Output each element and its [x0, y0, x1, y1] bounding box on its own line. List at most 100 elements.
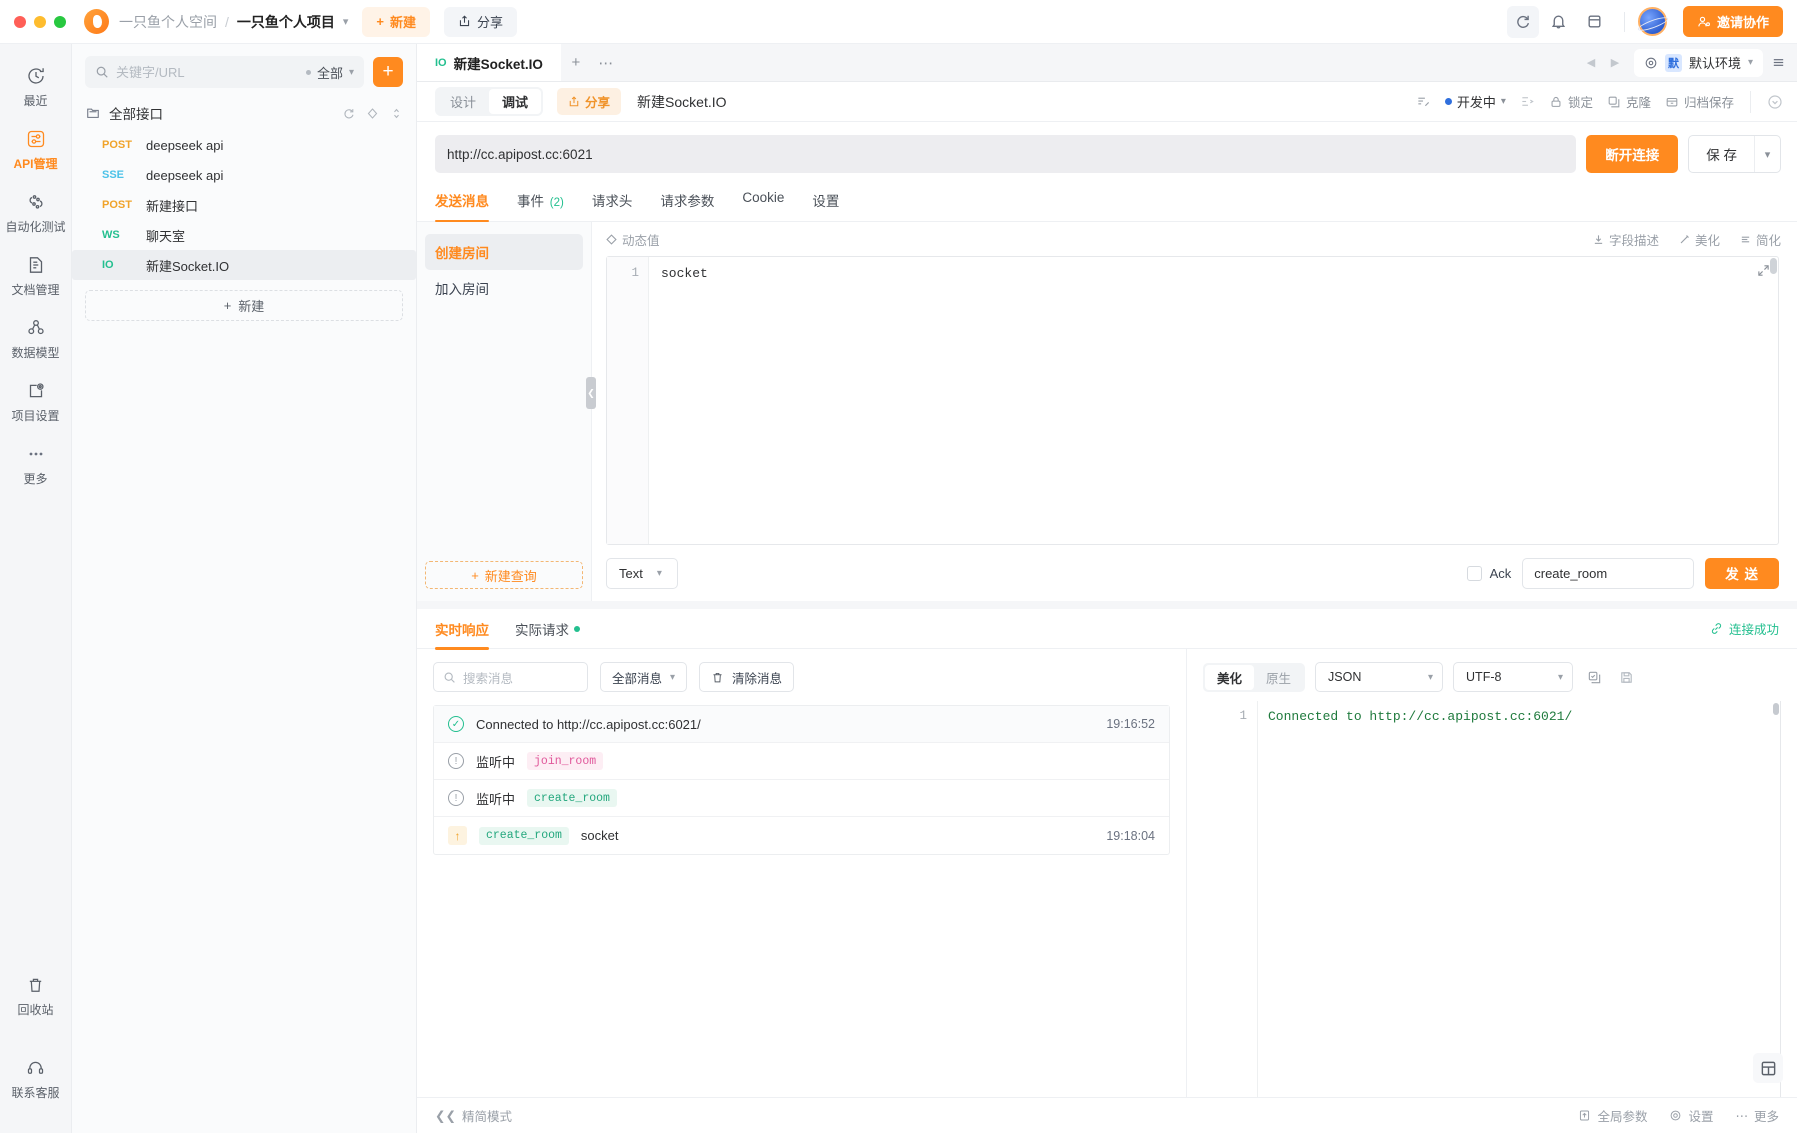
tab-beautify[interactable]: 美化 [1205, 665, 1254, 690]
send-button[interactable]: 发 送 [1705, 558, 1779, 589]
api-list-item[interactable]: POST deepseek api [72, 130, 416, 160]
new-button[interactable]: + 新建 [362, 7, 430, 37]
format-select[interactable]: JSON ▾ [1315, 662, 1443, 692]
message-search-box[interactable]: 搜索消息 [433, 662, 588, 692]
tab-cookie[interactable]: Cookie [742, 184, 784, 221]
global-params-button[interactable]: 全局参数 [1578, 1106, 1647, 1125]
tab-more-icon[interactable]: ⋯ [591, 44, 621, 81]
note-icon[interactable] [1416, 94, 1431, 109]
checkbox-icon[interactable] [1467, 566, 1482, 581]
new-query-button[interactable]: + 新建查询 [425, 561, 583, 589]
viewer-scrollbar[interactable] [1773, 703, 1779, 715]
tree-icon[interactable] [1520, 94, 1535, 109]
tab-design[interactable]: 设计 [437, 89, 489, 114]
tab-scroll-right-icon[interactable]: ▶ [1604, 48, 1626, 78]
copy-icon[interactable] [1583, 666, 1605, 688]
simple-mode-button[interactable]: ❮❮ 精简模式 [435, 1106, 512, 1125]
more-button[interactable]: ⋯ 更多 [1735, 1106, 1779, 1125]
add-api-button[interactable]: + [373, 57, 403, 87]
sidebar-item-recent[interactable]: 最近 [0, 56, 72, 119]
sidebar-item-trash[interactable]: 回收站 [0, 965, 72, 1028]
sidebar-item-automation[interactable]: 自动化测试 [0, 182, 72, 245]
settings-button[interactable]: 设置 [1669, 1106, 1713, 1125]
collapse-panel-handle[interactable]: ❮ [586, 377, 596, 409]
message-item-create-room[interactable]: 创建房间 [425, 234, 583, 270]
chevron-down-icon[interactable]: ▾ [343, 15, 349, 28]
api-list-item-selected[interactable]: IO 新建Socket.IO [72, 250, 416, 280]
archive-button[interactable]: 归档保存 [1665, 92, 1734, 111]
url-input[interactable]: http://cc.apipost.cc:6021 [435, 135, 1576, 173]
lock-button[interactable]: 锁定 [1549, 92, 1593, 111]
sync-icon[interactable] [1507, 6, 1539, 38]
maximize-window-button[interactable] [54, 16, 66, 28]
avatar[interactable] [1638, 7, 1667, 36]
new-tab-button[interactable]: + [561, 44, 591, 81]
status-badge[interactable]: 开发中 ▾ [1445, 92, 1506, 111]
api-share-button[interactable]: 分享 [557, 88, 621, 115]
editor-scrollbar[interactable] [1770, 258, 1777, 274]
environment-menu-icon[interactable] [1765, 49, 1791, 77]
message-log-row[interactable]: ! 监听中 create_room [434, 780, 1169, 817]
disconnect-button[interactable]: 断开连接 [1586, 135, 1678, 173]
api-list-item[interactable]: SSE deepseek api [72, 160, 416, 190]
tab-realtime-response[interactable]: 实时响应 [435, 609, 489, 649]
message-log-row[interactable]: ↑ create_room socket 19:18:04 [434, 817, 1169, 854]
beautify-button[interactable]: 美化 [1679, 230, 1720, 249]
field-description-button[interactable]: 字段描述 [1593, 230, 1659, 249]
window-controls[interactable] [14, 16, 66, 28]
save-button[interactable]: 保 存 [1689, 136, 1754, 172]
expand-editor-icon[interactable] [1757, 264, 1770, 277]
ack-checkbox[interactable]: Ack [1467, 566, 1512, 581]
filter-icon[interactable] [366, 107, 379, 120]
sidebar-item-datamodel[interactable]: 数据模型 [0, 308, 72, 371]
tab-raw[interactable]: 原生 [1254, 665, 1303, 690]
minimize-window-button[interactable] [34, 16, 46, 28]
history-icon[interactable] [1767, 94, 1783, 110]
tab-actual-request[interactable]: 实际请求 [515, 609, 580, 649]
tab-scroll-left-icon[interactable]: ◀ [1580, 48, 1602, 78]
charset-select[interactable]: UTF-8 ▾ [1453, 662, 1573, 692]
tab-send-message[interactable]: 发送消息 [435, 184, 489, 221]
event-name-input[interactable]: create_room [1522, 558, 1694, 589]
editor-content[interactable]: socket [649, 257, 1778, 544]
message-filter-select[interactable]: 全部消息 ▾ [600, 662, 687, 692]
sidebar-item-more[interactable]: 更多 [0, 434, 72, 497]
clone-button[interactable]: 克隆 [1607, 92, 1651, 111]
sidebar-item-project-settings[interactable]: 项目设置 [0, 371, 72, 434]
search-filter-dropdown[interactable]: 全部 ▾ [306, 63, 354, 82]
close-window-button[interactable] [14, 16, 26, 28]
tab-debug[interactable]: 调试 [489, 89, 541, 114]
breadcrumb-workspace[interactable]: 一只鱼个人空间 [119, 12, 217, 32]
message-log-row[interactable]: ! 监听中 join_room [434, 743, 1169, 780]
simplify-button[interactable]: 简化 [1740, 230, 1781, 249]
tab-events[interactable]: 事件 (2) [517, 184, 564, 221]
sidebar-item-docs[interactable]: 文档管理 [0, 245, 72, 308]
api-list-item[interactable]: WS 聊天室 [72, 220, 416, 250]
save-dropdown-chevron-down-icon[interactable]: ▾ [1754, 136, 1780, 172]
tab-settings[interactable]: 设置 [812, 184, 839, 221]
layout-toggle-icon[interactable] [1753, 1053, 1783, 1083]
search-box[interactable]: 全部 ▾ [85, 56, 364, 88]
response-content-viewer[interactable]: 1 Connected to http://cc.apipost.cc:6021… [1203, 701, 1781, 1097]
sidebar-item-api[interactable]: API管理 [0, 119, 72, 182]
refresh-icon[interactable] [342, 107, 355, 120]
panel-icon[interactable] [1579, 6, 1611, 38]
environment-selector[interactable]: 默 默认环境 ▾ [1634, 49, 1763, 77]
message-item-join-room[interactable]: 加入房间 [425, 270, 583, 306]
tab-params[interactable]: 请求参数 [660, 184, 714, 221]
share-button[interactable]: 分享 [444, 7, 517, 37]
message-log-row[interactable]: ✓ Connected to http://cc.apipost.cc:6021… [434, 706, 1169, 743]
api-group-header[interactable]: 全部接口 [72, 96, 416, 130]
search-input[interactable] [116, 65, 299, 80]
create-api-button[interactable]: + 新建 [85, 290, 403, 321]
tab-socket-io[interactable]: IO 新建Socket.IO [417, 44, 561, 81]
api-list-item[interactable]: POST 新建接口 [72, 190, 416, 220]
sidebar-item-support[interactable]: 联系客服 [0, 1048, 72, 1111]
save-icon[interactable] [1615, 666, 1637, 688]
bell-icon[interactable] [1543, 6, 1575, 38]
clear-messages-button[interactable]: 清除消息 [699, 662, 794, 692]
invite-collaborate-button[interactable]: 邀请协作 [1683, 6, 1783, 37]
message-type-select[interactable]: Text ▾ [606, 558, 678, 589]
message-code-editor[interactable]: 1 socket [606, 256, 1779, 545]
tab-headers[interactable]: 请求头 [592, 184, 633, 221]
